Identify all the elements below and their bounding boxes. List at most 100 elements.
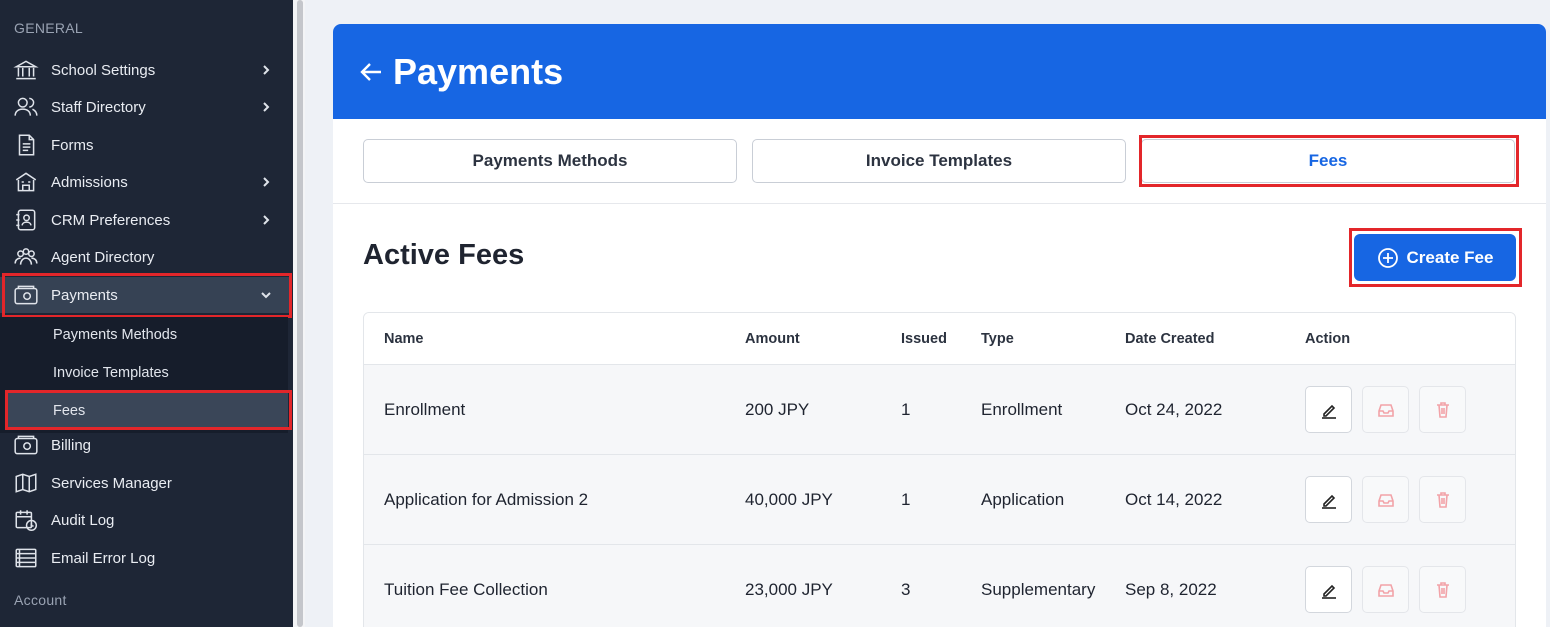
divider — [333, 203, 1546, 204]
sidebar-item-payments[interactable]: Payments — [0, 277, 290, 313]
chevron-right-icon — [260, 213, 272, 225]
page-title: Payments — [393, 50, 564, 92]
inbox-icon — [1377, 583, 1394, 597]
pencil-icon — [1321, 584, 1336, 599]
cell-amount: 23,000 JPY — [745, 580, 833, 599]
cell-type: Supplementary — [981, 580, 1096, 599]
sidebar-item-agent-directory[interactable]: Agent Directory — [0, 239, 290, 275]
payments-card: Payments Payments Methods Invoice Templa… — [333, 24, 1546, 627]
table-row: Application for Admission 2 40,000 JPY 1… — [364, 455, 1515, 545]
cell-type: Application — [981, 490, 1065, 509]
submenu-item-payments-methods[interactable]: Payments Methods — [8, 317, 288, 353]
sidebar-item-email-error-log[interactable]: Email Error Log — [0, 540, 290, 576]
sidebar: GENERAL School Settings Staff Directory … — [0, 0, 293, 627]
sidebar-item-label: Staff Directory — [51, 98, 146, 116]
submenu-item-invoice-templates[interactable]: Invoice Templates — [8, 355, 288, 391]
column-header-name: Name — [384, 331, 424, 347]
submenu-item-fees[interactable]: Fees — [8, 393, 288, 429]
cell-type: Enrollment — [981, 400, 1063, 419]
column-header-date-created: Date Created — [1125, 331, 1215, 347]
sidebar-item-forms[interactable]: Forms — [0, 127, 290, 163]
sidebar-item-services-manager[interactable]: Services Manager — [0, 465, 290, 501]
fees-table: Name Amount Issued Type Date Created Act… — [363, 312, 1516, 627]
trash-icon — [1436, 491, 1449, 508]
cell-name: Enrollment — [384, 400, 466, 419]
sidebar-item-label: Forms — [51, 136, 94, 154]
sidebar-item-label: Admissions — [51, 173, 128, 191]
page-header: Payments — [333, 24, 1546, 119]
document-icon — [12, 131, 40, 159]
tab-invoice-templates[interactable]: Invoice Templates — [752, 139, 1126, 183]
cell-amount: 40,000 JPY — [745, 490, 833, 509]
create-fee-button[interactable]: Create Fee — [1354, 234, 1516, 281]
back-arrow-icon[interactable] — [357, 58, 385, 86]
column-header-type: Type — [981, 331, 1014, 347]
edit-button[interactable] — [1305, 566, 1352, 613]
sidebar-item-admissions[interactable]: Admissions — [0, 164, 290, 200]
users-icon — [12, 93, 40, 121]
sidebar-item-label: Email Error Log — [51, 549, 156, 567]
column-header-amount: Amount — [745, 331, 800, 347]
sidebar-item-staff-directory[interactable]: Staff Directory — [0, 89, 290, 125]
cell-date: Oct 24, 2022 — [1125, 400, 1223, 419]
contact-book-icon — [12, 206, 40, 234]
inbox-button[interactable] — [1362, 386, 1409, 433]
cell-name: Application for Admission 2 — [384, 490, 589, 509]
inbox-icon — [1377, 403, 1394, 417]
delete-button[interactable] — [1419, 476, 1466, 523]
column-header-issued: Issued — [901, 331, 947, 347]
create-fee-label: Create Fee — [1406, 247, 1494, 267]
payment-icon — [12, 281, 40, 309]
table-header: Name Amount Issued Type Date Created Act… — [364, 313, 1515, 365]
sidebar-item-label: Billing — [51, 436, 92, 454]
edit-button[interactable] — [1305, 386, 1352, 433]
cell-name: Tuition Fee Collection — [384, 580, 548, 599]
pencil-icon — [1321, 494, 1336, 509]
trash-icon — [1436, 401, 1449, 418]
bank-icon — [12, 56, 40, 84]
sidebar-item-billing[interactable]: Billing — [0, 427, 290, 463]
chevron-down-icon — [260, 288, 272, 300]
sidebar-item-label: School Settings — [51, 61, 156, 79]
cell-issued: 1 — [901, 400, 911, 419]
sidebar-item-school-settings[interactable]: School Settings — [0, 52, 290, 88]
sidebar-item-label: Services Manager — [51, 474, 172, 492]
map-icon — [12, 469, 40, 497]
cell-date: Oct 14, 2022 — [1125, 490, 1223, 509]
sidebar-scrollbar[interactable] — [297, 0, 303, 627]
inbox-button[interactable] — [1362, 566, 1409, 613]
sidebar-item-label: Audit Log — [51, 511, 115, 529]
cell-issued: 1 — [901, 490, 911, 509]
payments-submenu: Payments Methods Invoice Templates Fees — [0, 317, 288, 433]
section-title: Active Fees — [363, 239, 525, 271]
sidebar-item-crm-preferences[interactable]: CRM Preferences — [0, 202, 290, 238]
pencil-icon — [1321, 404, 1336, 419]
cell-amount: 200 JPY — [745, 400, 810, 419]
chevron-right-icon — [260, 175, 272, 187]
sidebar-item-audit-log[interactable]: Audit Log — [0, 502, 290, 538]
group-icon — [12, 243, 40, 271]
trash-icon — [1436, 581, 1449, 598]
delete-button[interactable] — [1419, 386, 1466, 433]
section-label-account: Account — [14, 592, 67, 608]
plus-circle-icon — [1377, 247, 1398, 268]
tab-payments-methods[interactable]: Payments Methods — [363, 139, 737, 183]
chevron-right-icon — [260, 63, 272, 75]
chevron-right-icon — [260, 100, 272, 112]
inbox-button[interactable] — [1362, 476, 1409, 523]
column-header-action: Action — [1305, 331, 1351, 347]
sidebar-item-label: Payments — [51, 286, 118, 304]
list-icon — [12, 544, 40, 572]
cell-issued: 3 — [901, 580, 911, 599]
edit-button[interactable] — [1305, 476, 1352, 523]
school-icon — [12, 168, 40, 196]
inbox-icon — [1377, 493, 1394, 507]
table-row: Tuition Fee Collection 23,000 JPY 3 Supp… — [364, 545, 1515, 627]
sidebar-item-label: CRM Preferences — [51, 211, 171, 229]
delete-button[interactable] — [1419, 566, 1466, 613]
tab-fees[interactable]: Fees — [1141, 139, 1515, 183]
billing-icon — [12, 431, 40, 459]
section-label-general: GENERAL — [14, 20, 84, 36]
table-row: Enrollment 200 JPY 1 Enrollment Oct 24, … — [364, 365, 1515, 455]
cell-date: Sep 8, 2022 — [1125, 580, 1217, 599]
